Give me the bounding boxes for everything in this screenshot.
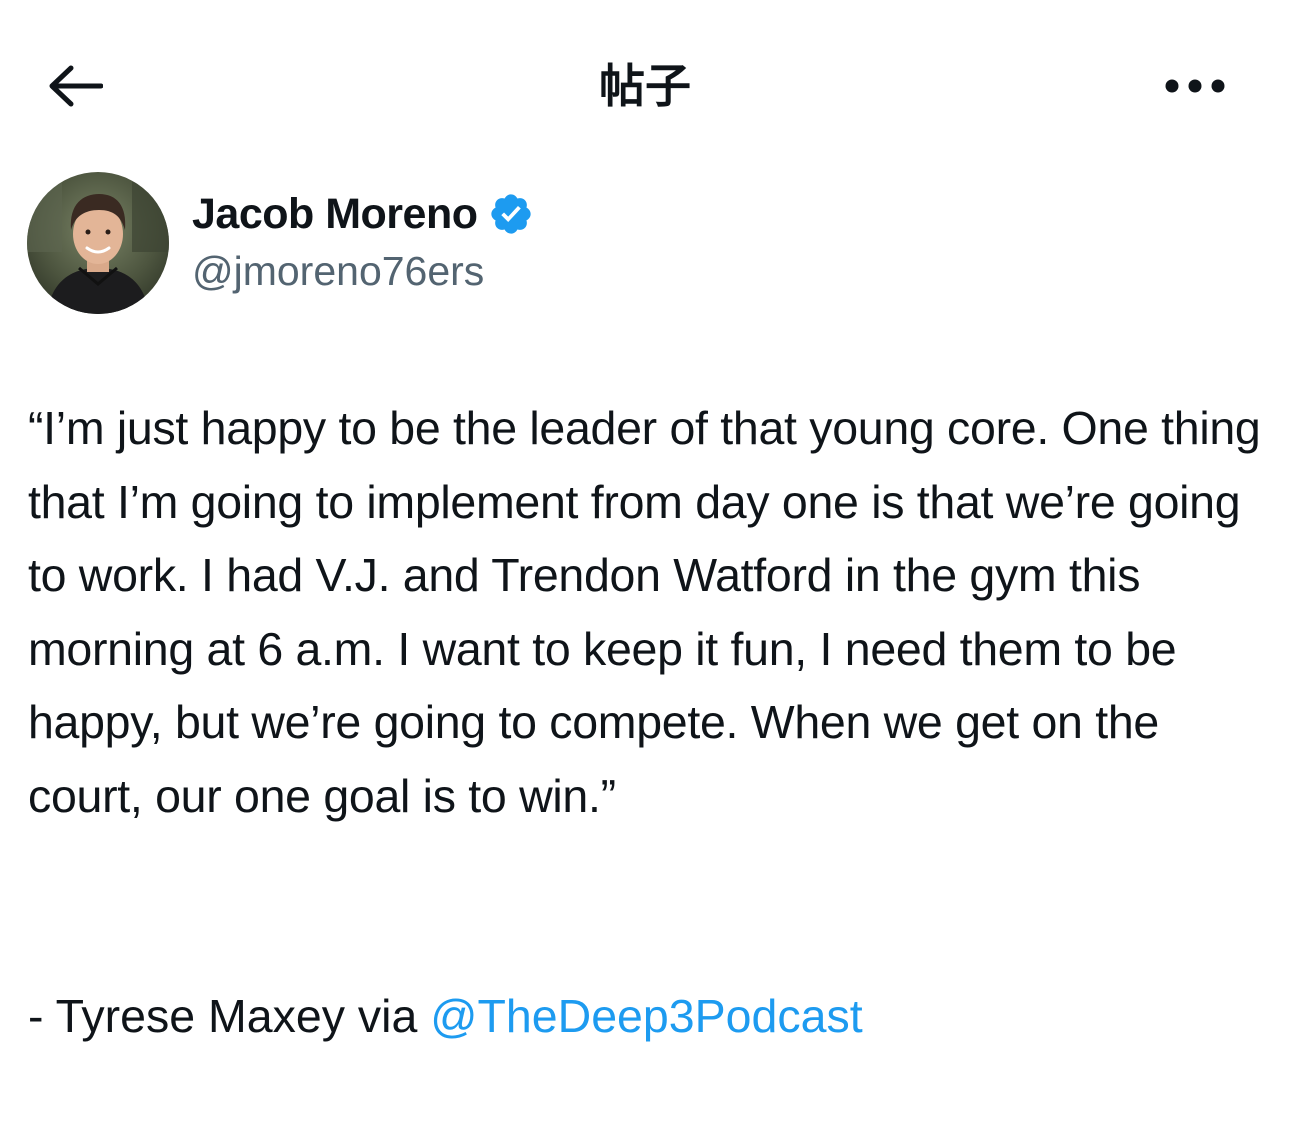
avatar[interactable] [27,172,169,314]
mention-link[interactable]: @TheDeep3Podcast [430,990,862,1042]
back-button[interactable] [40,58,110,114]
author-handle[interactable]: @jmoreno76ers [192,248,484,295]
more-horizontal-icon [1165,79,1225,93]
author-name-row: Jacob Moreno [192,186,534,242]
post-attribution: - Tyrese Maxey via @TheDeep3Podcast [28,984,1268,1048]
attribution-text: - Tyrese Maxey via [28,990,431,1042]
avatar-image [27,172,169,314]
page-title: 帖子 [599,60,691,112]
more-options-button[interactable] [1160,62,1230,110]
arrow-left-icon [49,65,103,107]
verified-badge-icon [490,194,531,234]
post-text: “I’m just happy to be the leader of that… [28,402,1261,822]
top-navigation-bar: 帖子 [0,0,1290,170]
author-name[interactable]: Jacob Moreno [192,190,478,239]
author-block: Jacob Moreno @jmoreno76ers [27,172,1257,316]
